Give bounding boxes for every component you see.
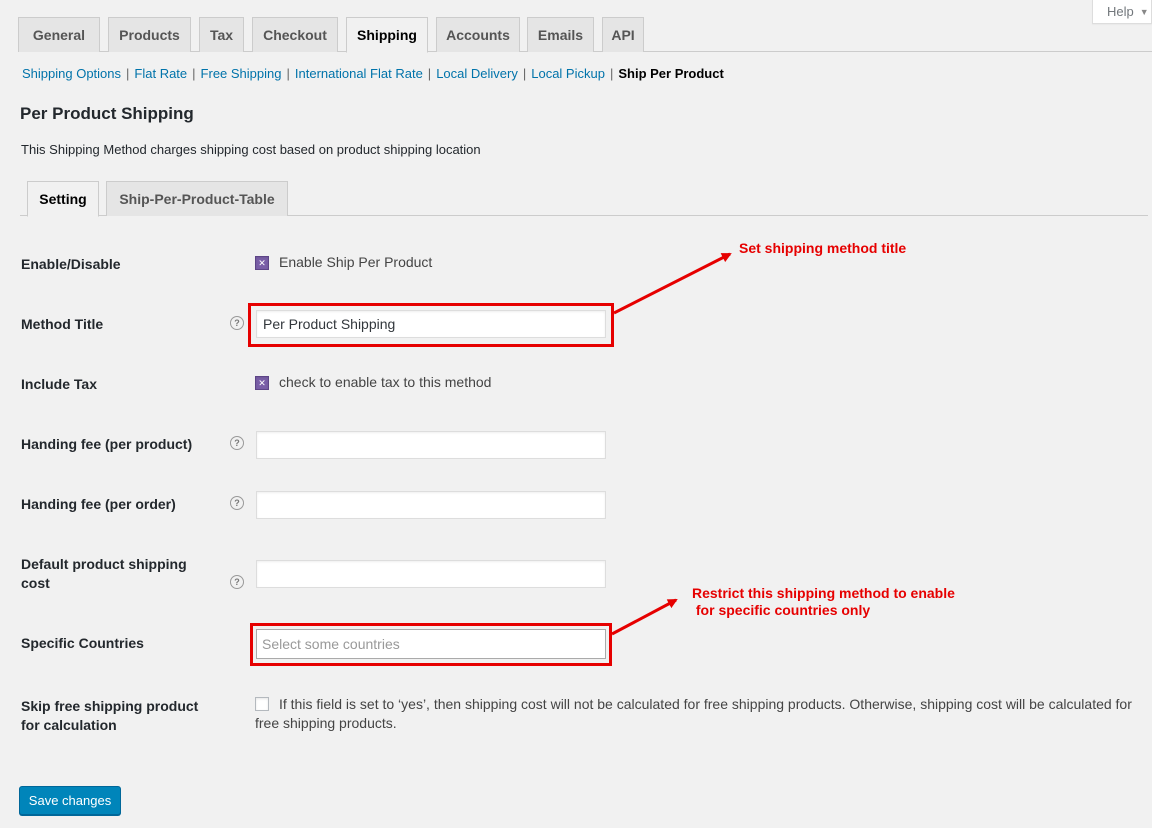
method-title-input[interactable] (256, 310, 606, 338)
default-cost-label: Default product shipping cost (21, 555, 187, 593)
arrow-countries (611, 598, 678, 636)
countries-label: Specific Countries (21, 635, 144, 651)
enable-label: Enable/Disable (21, 256, 121, 272)
include-tax-label: Include Tax (21, 376, 97, 392)
fee-per-product-label: Handing fee (per product) (21, 436, 193, 452)
page-title: Per Product Shipping (20, 104, 194, 123)
skip-free-label: Skip free shipping product for calculati… (21, 697, 198, 735)
link-local-delivery[interactable]: Local Delivery (436, 66, 518, 81)
page-description: This Shipping Method charges shipping co… (21, 142, 481, 157)
tab-general[interactable]: General (18, 17, 100, 52)
chevron-down-icon: ▼ (1139, 6, 1149, 17)
arrow-title (613, 252, 732, 315)
default-cost-input[interactable] (256, 560, 606, 588)
tab-setting[interactable]: Setting (27, 181, 99, 217)
help-icon[interactable]: ? (230, 436, 244, 450)
include-tax-checkbox-label: check to enable tax to this method (279, 374, 492, 390)
method-title-label: Method Title (21, 316, 104, 332)
tab-products[interactable]: Products (108, 17, 191, 52)
link-ship-per-product: Ship Per Product (618, 66, 724, 81)
save-changes-button[interactable]: Save changes (19, 786, 121, 815)
default-cost-label-line1: Default product shipping (21, 556, 187, 572)
link-local-pickup[interactable]: Local Pickup (531, 66, 605, 81)
include-tax-checkbox[interactable] (255, 376, 269, 390)
fee-per-product-input[interactable] (256, 431, 606, 459)
tab-tax[interactable]: Tax (199, 17, 244, 52)
tab-api[interactable]: API (602, 17, 644, 52)
enable-checkbox-label: Enable Ship Per Product (279, 254, 433, 270)
tab-shipping[interactable]: Shipping (346, 17, 428, 53)
shipping-subsections: Shipping Options | Flat Rate | Free Shipping… (22, 66, 724, 81)
annotation-title-note: Set shipping method title (739, 240, 907, 256)
link-shipping-options[interactable]: Shipping Options (22, 66, 121, 81)
tab-checkout[interactable]: Checkout (252, 17, 338, 52)
help-icon[interactable]: ? (230, 496, 244, 510)
tab-accounts[interactable]: Accounts (436, 17, 520, 52)
settings-tabs: General Products Tax Checkout Shipping A… (18, 17, 1152, 53)
annotation-countries-note: Restrict this shipping method to enable … (692, 585, 955, 618)
link-international-flat-rate[interactable]: International Flat Rate (295, 66, 423, 81)
help-icon[interactable]: ? (230, 316, 244, 330)
countries-select[interactable]: Select some countries (256, 629, 606, 659)
tab-emails[interactable]: Emails (527, 17, 594, 52)
skip-free-label-line1: Skip free shipping product (21, 698, 199, 714)
fee-per-order-input[interactable] (256, 491, 606, 519)
default-cost-label-line2: cost (21, 575, 50, 591)
fee-per-order-label: Handing fee (per order) (21, 496, 176, 512)
help-icon[interactable]: ? (230, 575, 244, 589)
inner-tabs: Setting Ship-Per-Product-Table (20, 181, 1148, 217)
link-free-shipping[interactable]: Free Shipping (201, 66, 282, 81)
tab-ship-per-product-table[interactable]: Ship-Per-Product-Table (106, 181, 288, 216)
skip-free-description: If this field is set to ‘yes’, then ship… (255, 696, 1132, 731)
link-flat-rate[interactable]: Flat Rate (134, 66, 187, 81)
skip-free-label-line2: for calculation (21, 717, 117, 733)
enable-checkbox[interactable] (255, 256, 269, 270)
countries-placeholder: Select some countries (262, 636, 400, 652)
